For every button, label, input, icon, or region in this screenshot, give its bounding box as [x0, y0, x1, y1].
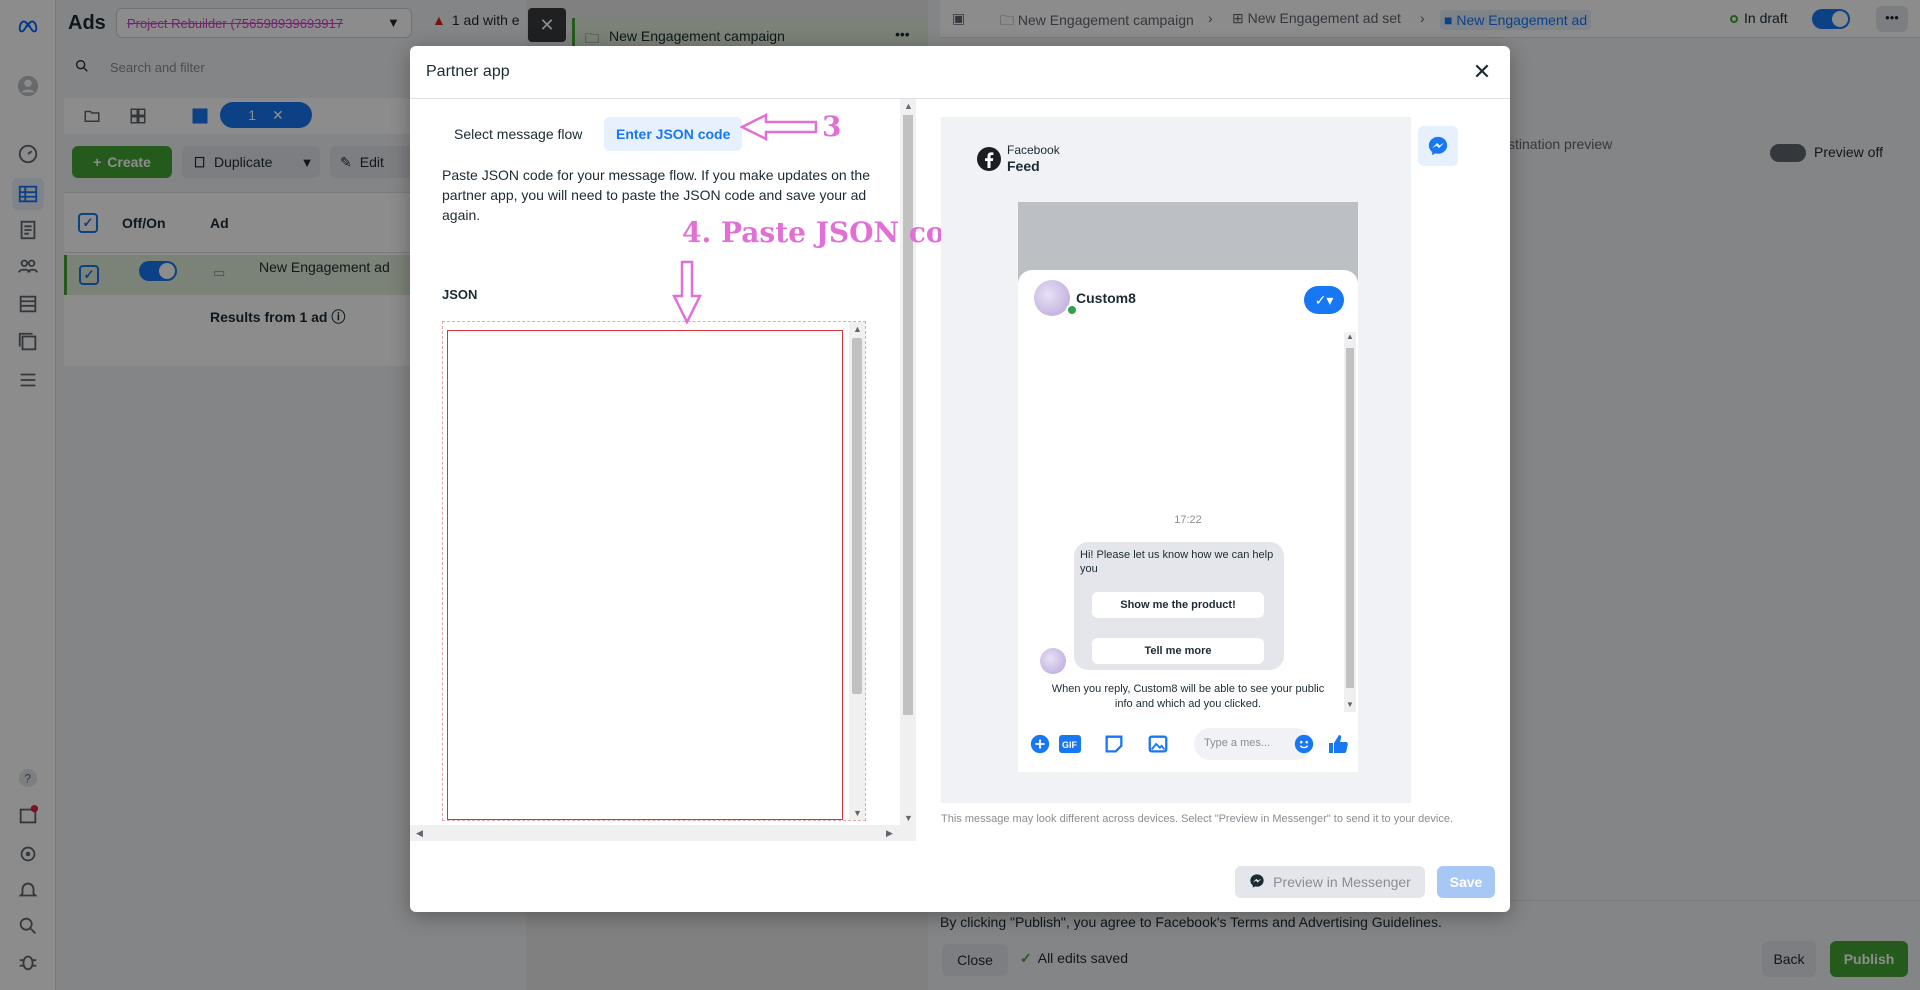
privacy-notice: When you reply, Custom8 will be able to … [1051, 683, 1325, 710]
ad-preview-panel: Facebook Feed Custom8 ✓▾ ▲ ▼ 17:22 Hi! P… [941, 117, 1411, 803]
pane-vertical-scrollbar[interactable]: ▲ ▼ [900, 99, 916, 825]
plus-circle-icon[interactable] [1028, 732, 1052, 756]
verified-dropdown-button[interactable]: ✓▾ [1304, 286, 1344, 314]
messenger-preview-toggle[interactable] [1418, 126, 1458, 166]
json-editor-scrollbar[interactable]: ▲ ▼ [849, 322, 865, 820]
preview-platform: Facebook [1007, 143, 1060, 157]
save-button[interactable]: Save [1437, 866, 1495, 898]
scroll-right-icon[interactable]: ▶ [886, 828, 893, 839]
partner-app-modal: Partner app ✕ Select message flow Enter … [410, 46, 1510, 912]
quick-reply-button[interactable]: Tell me more [1092, 638, 1264, 664]
scroll-up-icon[interactable]: ▲ [1346, 332, 1354, 341]
modal-title: Partner app [426, 63, 510, 80]
svg-text:GIF: GIF [1062, 740, 1078, 750]
photo-icon[interactable] [1146, 732, 1170, 756]
annotation-step-3: 3 [822, 110, 842, 143]
scroll-down-icon[interactable]: ▼ [853, 808, 862, 818]
scroll-up-icon[interactable]: ▲ [853, 324, 862, 334]
json-label: JSON [442, 287, 478, 302]
greeting-text: Hi! Please let us know how we can help y… [1080, 549, 1274, 575]
scroll-left-icon[interactable]: ◀ [416, 828, 423, 839]
quick-reply-button[interactable]: Show me the product! [1092, 592, 1264, 618]
scroll-up-icon[interactable]: ▲ [904, 101, 913, 111]
close-icon[interactable]: ✕ [1470, 59, 1494, 84]
json-scroll-thumb[interactable] [852, 338, 862, 694]
scroll-down-icon[interactable]: ▼ [1346, 700, 1354, 709]
pane-scroll-thumb[interactable] [903, 115, 913, 715]
annotation-arrow-left-icon [740, 112, 818, 142]
preview-in-messenger-button[interactable]: Preview in Messenger [1235, 866, 1425, 898]
scroll-down-icon[interactable]: ▼ [904, 813, 913, 823]
emoji-icon[interactable] [1292, 732, 1316, 756]
json-editor-frame: ▲ ▼ [442, 321, 866, 821]
page-avatar-small [1040, 648, 1066, 674]
preview-in-messenger-label: Preview in Messenger [1273, 874, 1411, 890]
json-input-pane: Select message flow Enter JSON code Past… [410, 99, 916, 841]
pane-horizontal-scrollbar[interactable]: ◀ ▶ [410, 825, 916, 841]
json-code-input[interactable] [447, 330, 843, 820]
preview-disclaimer: This message may look different across d… [941, 813, 1454, 825]
tab-enter-json-code[interactable]: Enter JSON code [604, 117, 743, 151]
page-name: Custom8 [1076, 290, 1136, 306]
tab-select-message-flow[interactable]: Select message flow [442, 117, 594, 151]
message-composer: GIF Type a mes... [1018, 718, 1358, 772]
message-timestamp: 17:22 [1174, 514, 1202, 526]
annotation-arrow-down-icon [672, 260, 702, 324]
greeting-message-bubble: Hi! Please let us know how we can help y… [1074, 542, 1284, 670]
gif-icon[interactable]: GIF [1058, 732, 1082, 756]
messenger-icon [1428, 136, 1448, 156]
messenger-chat-preview: Custom8 ✓▾ ▲ ▼ 17:22 Hi! Please let us k… [1018, 270, 1358, 772]
page-avatar [1034, 280, 1070, 316]
messenger-icon [1249, 873, 1265, 892]
thumbs-up-icon[interactable] [1326, 732, 1350, 756]
facebook-logo-icon [977, 147, 1001, 174]
preview-placement[interactable]: Feed [1007, 158, 1040, 174]
sticker-icon[interactable] [1102, 732, 1126, 756]
